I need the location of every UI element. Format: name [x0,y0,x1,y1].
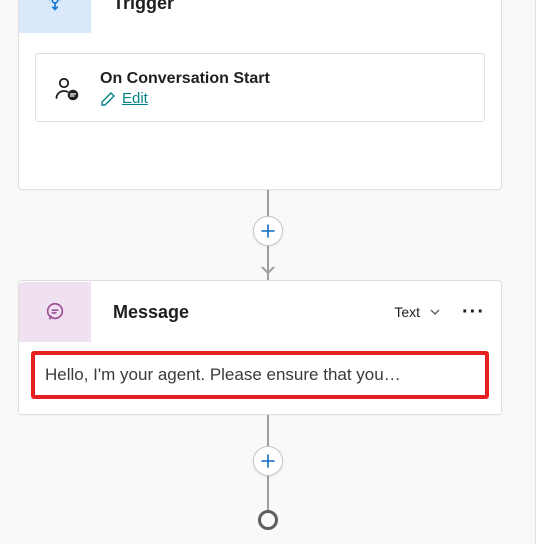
person-chat-icon [52,74,82,104]
add-node-button[interactable] [253,446,283,476]
message-type-label: Text [394,304,420,320]
flow-canvas: Trigger On Conversation Start Edit [0,0,536,544]
plus-icon [261,454,275,468]
message-content-highlight: Hello, I'm your agent. Please ensure tha… [31,351,489,399]
message-content[interactable]: Hello, I'm your agent. Please ensure tha… [45,365,475,385]
edit-trigger-link[interactable]: Edit [100,90,148,107]
trigger-event-title: On Conversation Start [100,70,270,88]
trigger-header: Trigger [19,0,501,33]
message-more-menu[interactable]: ··· [456,301,501,324]
trigger-icon [19,0,91,33]
arrow-down-icon [260,262,276,283]
trigger-title: Trigger [113,0,501,14]
trigger-node[interactable]: Trigger On Conversation Start Edit [18,0,502,190]
end-node-icon [258,510,278,530]
edit-label: Edit [122,90,148,107]
trigger-event-card[interactable]: On Conversation Start Edit [35,53,485,122]
message-title: Message [113,302,394,323]
pencil-icon [100,91,116,107]
message-node[interactable]: Message Text ··· Hello, I'm your agent. … [18,280,502,415]
message-icon [19,282,91,342]
add-node-button[interactable] [253,216,283,246]
trigger-event-text: On Conversation Start Edit [100,70,270,107]
message-header: Message Text ··· [19,281,501,343]
chevron-down-icon [428,305,442,319]
message-type-dropdown[interactable] [424,301,446,323]
plus-icon [261,224,275,238]
